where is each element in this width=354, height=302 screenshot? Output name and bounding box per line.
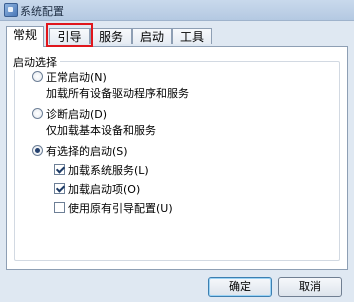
ok-button[interactable]: 确定 <box>208 277 272 297</box>
normal-startup-radio[interactable] <box>32 71 43 82</box>
selective-startup-label[interactable]: 有选择的启动(S) <box>46 143 128 159</box>
window-title: 系统配置 <box>20 5 64 18</box>
cancel-button[interactable]: 取消 <box>278 277 342 297</box>
group-title: 启动选择 <box>10 54 60 70</box>
diagnostic-startup-radio[interactable] <box>32 108 43 119</box>
tab-tools[interactable]: 工具 <box>172 28 212 44</box>
load-startup-items-checkbox[interactable] <box>54 183 65 194</box>
selective-startup-radio[interactable] <box>32 145 43 156</box>
tab-services[interactable]: 服务 <box>90 28 132 44</box>
diagnostic-startup-label[interactable]: 诊断启动(D) <box>46 106 107 122</box>
use-original-boot-config-label[interactable]: 使用原有引导配置(U) <box>68 200 173 216</box>
use-original-boot-config-checkbox[interactable] <box>54 202 65 213</box>
title-bar: 系统配置 <box>0 0 354 21</box>
system-config-icon <box>4 3 18 17</box>
normal-startup-description: 加载所有设备驱动程序和服务 <box>46 87 189 100</box>
load-system-services-label[interactable]: 加载系统服务(L) <box>68 162 149 178</box>
tab-general[interactable]: 常规 <box>6 26 44 47</box>
boot-tab-highlight <box>46 23 93 47</box>
load-startup-items-label[interactable]: 加载启动项(O) <box>68 181 140 197</box>
diagnostic-startup-description: 仅加载基本设备和服务 <box>46 124 156 137</box>
tab-startup[interactable]: 启动 <box>132 28 172 44</box>
load-system-services-checkbox[interactable] <box>54 164 65 175</box>
normal-startup-label[interactable]: 正常启动(N) <box>46 69 107 85</box>
